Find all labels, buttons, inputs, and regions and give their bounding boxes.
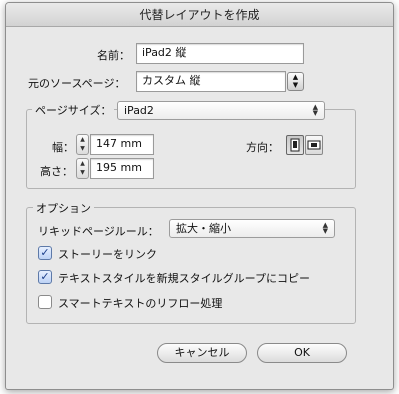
up-arrow-icon: ▲ [292, 73, 299, 81]
link-stories-option[interactable]: ✓ ストーリーをリンク [38, 245, 338, 261]
smart-text-reflow-label: スマートテキストのリフロー処理 [58, 297, 223, 310]
popup-arrows-icon: ▲ ▼ [312, 103, 318, 117]
portrait-icon [290, 138, 300, 152]
page-size-label: ページサイズ： [32, 102, 115, 118]
width-label: 幅： [52, 141, 74, 154]
height-label: 高さ： [40, 165, 73, 178]
width-stepper[interactable]: ▲ ▼ [76, 134, 89, 155]
height-stepper[interactable]: ▲ ▼ [76, 158, 89, 179]
portrait-button[interactable] [286, 135, 304, 155]
name-label: 名前： [97, 49, 130, 62]
orientation-label: 方向： [246, 141, 279, 154]
page-size-value: iPad2 [124, 104, 154, 117]
popup-arrows-icon: ▲ ▼ [322, 221, 328, 235]
height-input[interactable]: 195 mm [90, 158, 154, 179]
link-stories-checkbox[interactable]: ✓ [38, 246, 52, 260]
source-page-select[interactable]: カスタム 縦 [136, 71, 286, 92]
name-input[interactable]: iPad2 縦 [136, 43, 304, 64]
copy-text-styles-option[interactable]: ✓ テキストスタイルを新規スタイルグループにコピー [38, 269, 348, 285]
link-stories-label: ストーリーをリンク [58, 248, 157, 261]
create-alternate-layout-dialog: 代替レイアウトを作成 名前： iPad2 縦 元のソースページ： カスタム 縦 … [5, 2, 394, 390]
source-page-stepper[interactable]: ▲ ▼ [287, 72, 304, 91]
landscape-icon [307, 140, 321, 150]
copy-text-styles-checkbox[interactable]: ✓ [38, 270, 52, 284]
dialog-title: 代替レイアウトを作成 [6, 3, 393, 27]
liquid-rule-label: リキッドページルール： [38, 225, 159, 238]
smart-text-reflow-option[interactable]: スマートテキストのリフロー処理 [38, 294, 338, 310]
options-label: オプション [33, 200, 94, 216]
landscape-button[interactable] [305, 135, 323, 155]
down-arrow-icon: ▼ [292, 81, 299, 89]
source-page-label: 元のソースページ： [28, 77, 126, 90]
width-input[interactable]: 147 mm [90, 134, 154, 155]
smart-text-reflow-checkbox[interactable] [38, 295, 52, 309]
liquid-rule-popup[interactable]: 拡大・縮小 ▲ ▼ [169, 219, 335, 238]
ok-button[interactable]: OK [257, 343, 347, 363]
copy-text-styles-label: テキストスタイルを新規スタイルグループにコピー [58, 272, 311, 285]
page-size-popup[interactable]: iPad2 ▲ ▼ [117, 101, 325, 120]
cancel-button[interactable]: キャンセル [157, 343, 247, 363]
liquid-rule-value: 拡大・縮小 [176, 222, 231, 235]
